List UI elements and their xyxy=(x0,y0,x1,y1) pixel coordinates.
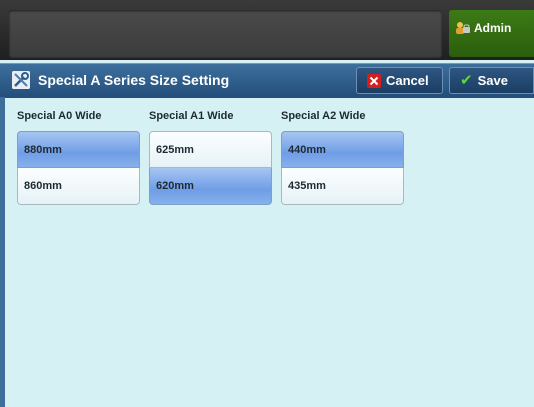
a2-wide-label: Special A2 Wide xyxy=(281,110,366,122)
save-label: Save xyxy=(477,73,508,88)
checkmark-icon: ✔ xyxy=(460,72,473,89)
save-button[interactable]: ✔ Save xyxy=(449,67,534,94)
a0-option[interactable]: 860mm xyxy=(17,168,140,205)
cancel-button[interactable]: Cancel xyxy=(356,67,443,94)
admin-label: Admin xyxy=(474,21,512,35)
option-label: 435mm xyxy=(288,180,326,192)
a0-option[interactable]: 880mm xyxy=(17,131,140,168)
a2-option[interactable]: 435mm xyxy=(281,168,404,205)
message-area xyxy=(9,10,442,57)
screen: Admin Special A Series Size Setting Canc… xyxy=(0,0,534,407)
a1-option[interactable]: 625mm xyxy=(149,131,272,168)
option-label: 880mm xyxy=(24,143,62,156)
option-label: 860mm xyxy=(24,180,62,192)
option-label: 620mm xyxy=(156,180,194,192)
top-bar: Admin xyxy=(0,0,534,60)
a2-option[interactable]: 440mm xyxy=(281,131,404,168)
title-bar: Special A Series Size Setting Cancel ✔ S… xyxy=(0,63,534,98)
cancel-icon xyxy=(367,73,381,88)
a0-wide-label: Special A0 Wide xyxy=(17,110,102,122)
option-label: 625mm xyxy=(156,143,194,156)
page-title: Special A Series Size Setting xyxy=(38,72,230,88)
option-label: 440mm xyxy=(288,143,326,156)
admin-user-icon xyxy=(455,21,471,35)
a1-option[interactable]: 620mm xyxy=(149,168,272,205)
a1-wide-label: Special A1 Wide xyxy=(149,110,234,122)
tools-icon xyxy=(12,71,30,89)
cancel-label: Cancel xyxy=(386,73,429,88)
left-edge xyxy=(0,97,5,407)
admin-button[interactable]: Admin xyxy=(449,10,534,57)
